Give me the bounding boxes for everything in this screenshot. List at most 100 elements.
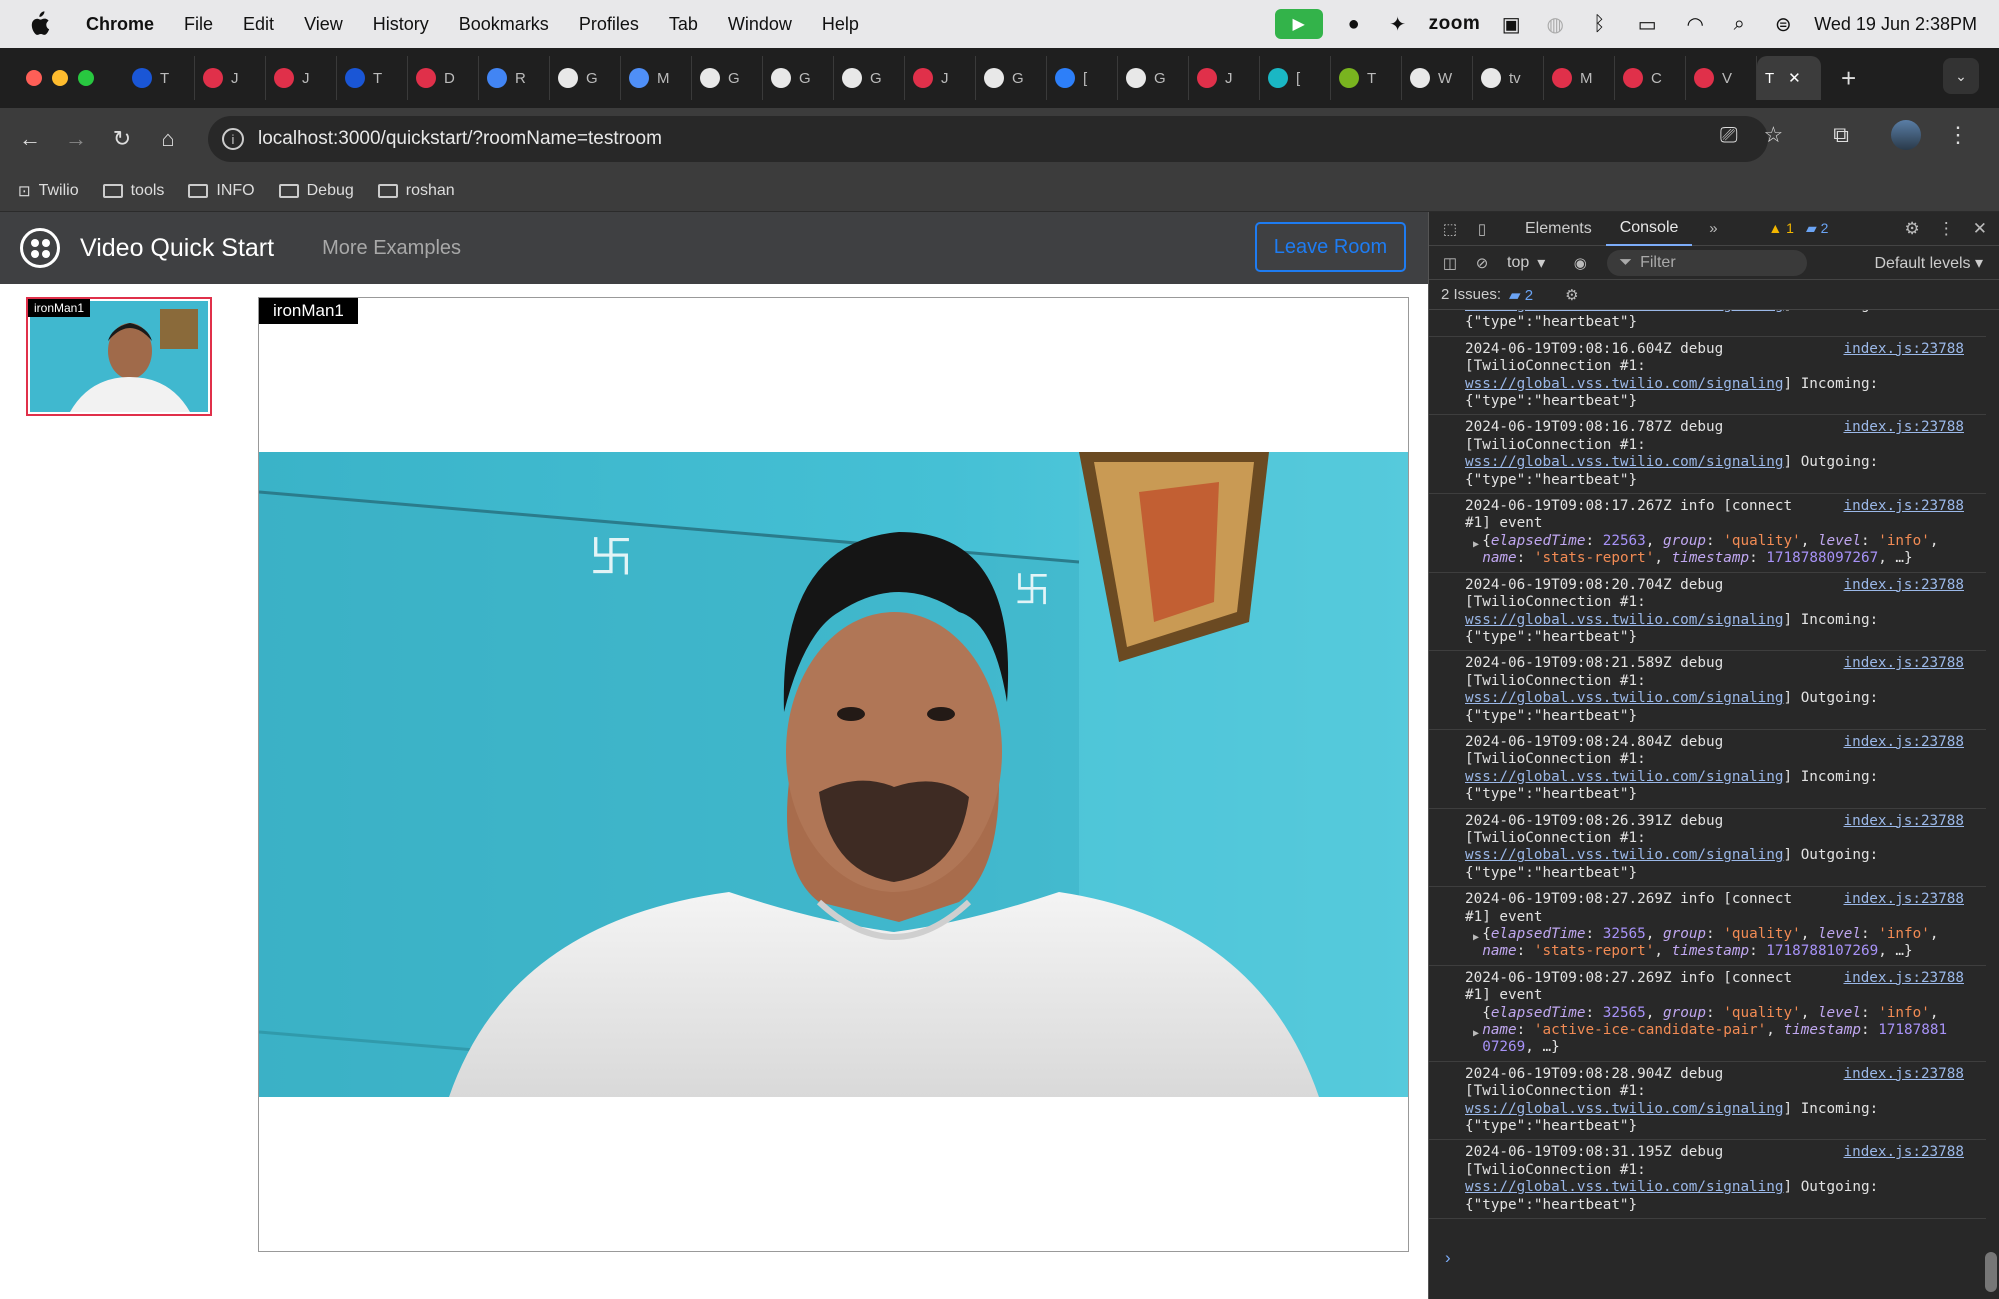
console-message[interactable]: 2024-06-19T09:08:28.904Z debug index.js:2… xyxy=(1429,1062,1986,1141)
tab-console[interactable]: Console xyxy=(1605,212,1693,246)
control-center-icon[interactable]: ⊜ xyxy=(1770,11,1796,37)
more-examples-link[interactable]: More Examples xyxy=(322,237,461,260)
signaling-url-link[interactable]: wss://global.vss.twilio.com/signaling xyxy=(1465,1179,1783,1195)
bookmark-roshan[interactable]: roshan xyxy=(377,182,455,200)
browser-tab[interactable]: J xyxy=(905,56,976,100)
menu-window[interactable]: Window xyxy=(728,14,792,35)
source-link[interactable]: index.js:23788 xyxy=(1843,891,1964,908)
bookmark-tools[interactable]: tools xyxy=(102,182,164,200)
console-message[interactable]: 2024-06-19T09:08:31.195Z debug index.js:2… xyxy=(1429,1140,1986,1220)
chrome-menu-icon[interactable]: ⋮ xyxy=(1947,122,1969,148)
browser-tab[interactable]: tv xyxy=(1473,56,1544,100)
browser-tab[interactable]: R xyxy=(479,56,550,100)
source-link[interactable]: index.js:23788 xyxy=(1843,655,1964,672)
signaling-url-link[interactable]: wss://global.vss.twilio.com/signaling xyxy=(1465,376,1783,392)
battery-icon[interactable]: ▭ xyxy=(1630,11,1664,37)
console-message[interactable]: 2024-06-19T09:08:26.391Z debug index.js:2… xyxy=(1429,809,1986,888)
source-link[interactable]: index.js:23788 xyxy=(1843,341,1964,358)
settings-gear-icon[interactable]: ⚙ xyxy=(1905,219,1920,239)
minimize-window-button[interactable] xyxy=(52,70,68,86)
warning-badge[interactable]: ▲ 1 xyxy=(1768,220,1794,237)
browser-tab[interactable]: G xyxy=(550,56,621,100)
menu-edit[interactable]: Edit xyxy=(243,14,274,35)
console-message[interactable]: wss://global.vss.twilio.com/signaling] I… xyxy=(1429,310,1986,337)
sidebar-toggle-icon[interactable]: ◫ xyxy=(1439,252,1461,274)
menu-view[interactable]: View xyxy=(304,14,343,35)
address-bar[interactable]: i localhost:3000/quickstart/?roomName=te… xyxy=(208,116,1768,162)
signaling-url-link[interactable]: wss://global.vss.twilio.com/signaling xyxy=(1465,847,1783,863)
leave-room-button[interactable]: Leave Room xyxy=(1255,222,1406,272)
expand-object-icon[interactable]: ▶ xyxy=(1473,929,1479,946)
close-devtools-icon[interactable]: ✕ xyxy=(1973,219,1987,239)
signaling-url-link[interactable]: wss://global.vss.twilio.com/signaling xyxy=(1465,454,1783,470)
signaling-url-link[interactable]: wss://global.vss.twilio.com/signaling xyxy=(1465,1101,1783,1117)
browser-tab[interactable]: T xyxy=(337,56,408,100)
browser-tab[interactable]: G xyxy=(763,56,834,100)
filter-input[interactable]: ⏷ Filter xyxy=(1607,249,1808,276)
clear-console-icon[interactable]: ⊘ xyxy=(1471,252,1493,274)
source-link[interactable]: index.js:23788 xyxy=(1843,734,1964,751)
bookmark-info[interactable]: INFO xyxy=(188,182,255,200)
log-levels-dropdown[interactable]: Default levels ▾ xyxy=(1874,253,1983,273)
console-prompt[interactable]: › xyxy=(1445,1248,1451,1268)
reload-icon[interactable]: ↻ xyxy=(104,121,140,157)
zoom-menu[interactable]: zoom xyxy=(1429,13,1481,35)
bookmark-debug[interactable]: Debug xyxy=(278,182,354,200)
twilio-logo-icon[interactable] xyxy=(20,228,60,268)
grammarly-icon[interactable]: ● xyxy=(1341,11,1367,37)
bookmark-twilio[interactable]: ⊡ Twilio xyxy=(18,182,79,200)
camera-in-use-icon[interactable]: ⎚ xyxy=(1720,122,1738,148)
source-link[interactable]: index.js:23788 xyxy=(1843,970,1964,987)
signaling-url-link[interactable]: wss://global.vss.twilio.com/signaling xyxy=(1465,690,1783,706)
browser-tab[interactable]: G xyxy=(692,56,763,100)
bluetooth-icon[interactable]: ᛒ xyxy=(1586,11,1612,37)
console-message[interactable]: 2024-06-19T09:08:24.804Z debug index.js:2… xyxy=(1429,730,1986,809)
browser-tab[interactable]: D xyxy=(408,56,479,100)
butterfly-icon[interactable]: ✦ xyxy=(1385,11,1411,37)
browser-tab[interactable]: G xyxy=(976,56,1047,100)
signaling-url-link[interactable]: wss://global.vss.twilio.com/signaling xyxy=(1465,612,1783,628)
more-tabs-icon[interactable]: » xyxy=(1702,218,1724,240)
browser-tab[interactable]: J xyxy=(1189,56,1260,100)
signaling-url-link[interactable]: wss://global.vss.twilio.com/signaling xyxy=(1465,769,1783,785)
menu-file[interactable]: File xyxy=(184,14,213,35)
device-toolbar-icon[interactable]: ▯ xyxy=(1471,218,1493,240)
app-title[interactable]: Video Quick Start xyxy=(80,234,274,263)
source-link[interactable]: index.js:23788 xyxy=(1843,813,1964,830)
console-message[interactable]: 2024-06-19T09:08:16.787Z debug index.js:2… xyxy=(1429,415,1986,495)
browser-tab[interactable]: [ xyxy=(1047,56,1118,100)
message-badge[interactable]: ▰ 2 xyxy=(1806,220,1828,237)
wifi-icon[interactable]: ◠ xyxy=(1682,11,1708,37)
inspect-element-icon[interactable]: ⬚ xyxy=(1439,218,1461,240)
remote-participant-video[interactable]: 卐 卐 ironMan1 xyxy=(258,297,1409,1252)
back-icon[interactable]: ← xyxy=(12,121,48,157)
address-url[interactable]: localhost:3000/quickstart/?roomName=test… xyxy=(258,128,662,150)
browser-tab[interactable]: M xyxy=(621,56,692,100)
browser-tab[interactable]: J xyxy=(195,56,266,100)
menu-tab[interactable]: Tab xyxy=(669,14,698,35)
live-expression-eye-icon[interactable]: ◉ xyxy=(1569,252,1591,274)
console-message[interactable]: 2024-06-19T09:08:16.604Z debug index.js:2… xyxy=(1429,337,1986,416)
zoom-window-button[interactable] xyxy=(78,70,94,86)
console-message[interactable]: 2024-06-19T09:08:21.589Z debug index.js:2… xyxy=(1429,651,1986,730)
camera-icon[interactable]: ▶ xyxy=(1274,9,1323,39)
browser-tab[interactable]: G xyxy=(834,56,905,100)
apple-icon[interactable] xyxy=(22,7,56,41)
issues-badge[interactable]: ▰ 2 xyxy=(1509,286,1533,304)
browser-tab[interactable]: T xyxy=(1331,56,1402,100)
source-link[interactable]: index.js:23788 xyxy=(1843,498,1964,515)
signaling-url-link[interactable]: wss://global.vss.twilio.com/signaling xyxy=(1465,310,1783,313)
notes-icon[interactable]: ▣ xyxy=(1498,11,1524,37)
profile-avatar[interactable] xyxy=(1891,120,1921,150)
menu-help[interactable]: Help xyxy=(822,14,859,35)
tab-search-icon[interactable]: ⌄ xyxy=(1943,58,1979,94)
globe-icon[interactable]: ◍ xyxy=(1542,11,1568,37)
menu-profiles[interactable]: Profiles xyxy=(579,14,639,35)
expand-object-icon[interactable]: ▶ xyxy=(1473,536,1479,553)
console-message[interactable]: 2024-06-19T09:08:17.267Z info [connect in… xyxy=(1429,494,1986,573)
source-link[interactable]: index.js:23788 xyxy=(1843,577,1964,594)
browser-tab[interactable]: M xyxy=(1544,56,1615,100)
extensions-icon[interactable]: ⧉ xyxy=(1833,122,1849,148)
menu-history[interactable]: History xyxy=(373,14,429,35)
source-link[interactable]: index.js:23788 xyxy=(1843,1066,1964,1083)
